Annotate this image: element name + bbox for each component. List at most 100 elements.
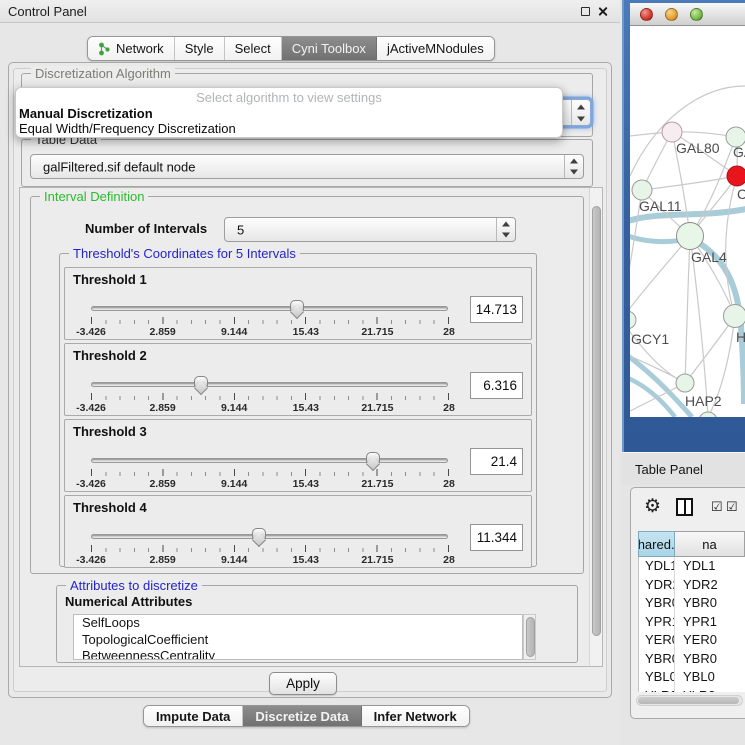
table-body: YDL19... YDL1 YDR27... YDR2 YBR043C YBR0… <box>638 557 745 692</box>
slider-thumb[interactable] <box>194 376 208 387</box>
table-row[interactable]: YDR27... YDR2 <box>639 576 745 595</box>
checkbox-icon[interactable]: ☑ <box>711 499 723 514</box>
slider-track[interactable] <box>91 458 448 463</box>
table-row[interactable]: YER054C YER0 <box>639 631 745 650</box>
slider-track[interactable] <box>91 534 448 539</box>
bottom-tab-bar: Impute Data Discretize Data Infer Networ… <box>143 705 470 727</box>
threshold-2-slider[interactable]: -3.4262.8599.14415.4321.71528 <box>91 376 448 416</box>
slider-track[interactable] <box>91 382 448 387</box>
stepper-icon <box>564 155 583 178</box>
scroll-thumb[interactable] <box>638 697 739 704</box>
slider-scale-labels: -3.4262.8599.14415.4321.71528 <box>91 554 449 567</box>
dropdown-option-equal-width[interactable]: Equal Width/Frequency Discretization <box>16 121 562 136</box>
panel-title: Control Panel <box>8 4 87 19</box>
node-gal80[interactable] <box>662 122 682 142</box>
node-label-gal80: GAL80 <box>676 140 720 156</box>
stepper-icon <box>496 218 515 241</box>
slider-ticks <box>91 393 450 400</box>
slider-thumb[interactable] <box>366 452 380 463</box>
threshold-3-slider[interactable]: -3.4262.8599.14415.4321.71528 <box>91 452 448 492</box>
tab-jactivemnodules[interactable]: jActiveMNodules <box>377 37 494 60</box>
group-title: Discretization Algorithm <box>31 66 175 81</box>
table-horizontal-scrollbar[interactable] <box>636 695 743 706</box>
table-row[interactable]: YBR043C YBR0 <box>639 594 745 613</box>
table-row[interactable]: YBL079W YBL0 <box>639 668 745 687</box>
checkbox-icon[interactable]: ☑ <box>726 499 738 514</box>
thresholds-group: Threshold's Coordinates for 5 Intervals … <box>59 253 537 567</box>
columns-icon[interactable] <box>676 498 693 516</box>
list-item[interactable]: BetweennessCentrality <box>74 648 522 660</box>
table-row[interactable]: YBR045C YBR0 <box>639 650 745 669</box>
slider-scale-labels: -3.4262.8599.14415.4321.71528 <box>91 478 449 491</box>
apply-button[interactable]: Apply <box>269 672 337 695</box>
zoom-traffic-light-icon[interactable] <box>690 8 703 21</box>
threshold-4-value-field[interactable]: 11.344 <box>470 524 523 551</box>
list-item[interactable]: SelfLoops <box>74 615 522 632</box>
float-icon[interactable] <box>581 7 590 16</box>
node-gal4[interactable] <box>677 223 704 250</box>
column-header-shared-name[interactable]: shared... <box>638 531 675 557</box>
table-data-group: Table Data galFiltered.sif default node <box>21 139 593 187</box>
network-view-window: GAL80 GAL11 GAL4 GCY1 HAP2 GA C H <box>622 0 745 452</box>
slider-thumb[interactable] <box>290 300 304 311</box>
node-highlighted-red[interactable] <box>727 166 745 186</box>
table-row[interactable]: YDL19... YDL1 <box>639 557 745 576</box>
scroll-thumb[interactable] <box>592 206 601 636</box>
table-data-combo[interactable]: galFiltered.sif default node <box>30 154 584 179</box>
group-title: Interval Definition <box>40 189 148 204</box>
threshold-1-slider[interactable]: -3.4262.8599.14415.4321.71528 <box>91 300 448 340</box>
minimize-traffic-light-icon[interactable] <box>665 8 678 21</box>
threshold-2-panel: Threshold 2 -3.4262.8599.14415.4321.7152… <box>64 343 532 416</box>
tab-style[interactable]: Style <box>175 37 225 60</box>
control-panel: Control Panel Network Style Select Cyni … <box>0 0 620 745</box>
node-bottom-partial[interactable] <box>699 412 717 417</box>
table-row[interactable]: YLR345W YLR3 <box>639 687 745 693</box>
attributes-list-scrollbar[interactable] <box>523 614 536 660</box>
numerical-attributes-label: Numerical Attributes <box>65 594 192 609</box>
dropdown-option-manual[interactable]: Manual Discretization <box>16 106 562 121</box>
node-hap2[interactable] <box>676 374 694 392</box>
threshold-3-value-field[interactable]: 21.4 <box>470 448 523 475</box>
network-canvas[interactable]: GAL80 GAL11 GAL4 GCY1 HAP2 GA C H <box>630 26 745 417</box>
slider-ticks <box>91 317 450 324</box>
threshold-1-value-field[interactable]: 14.713 <box>470 296 523 323</box>
close-traffic-light-icon[interactable] <box>640 8 653 21</box>
table-row[interactable]: YPR145W YPR1 <box>639 613 745 632</box>
top-tab-bar: Network Style Select Cyni Toolbox jActiv… <box>87 36 495 61</box>
node-label-partial-right: C <box>737 186 745 202</box>
close-icon[interactable] <box>597 6 608 17</box>
node-gal11[interactable] <box>632 180 652 200</box>
node-gcy1[interactable] <box>630 311 636 329</box>
settings-scroll-pane: Interval Definition Number of Intervals … <box>19 187 603 667</box>
node-h[interactable] <box>724 305 745 328</box>
column-header-name[interactable]: na <box>675 531 745 557</box>
settings-vertical-scrollbar[interactable] <box>589 188 602 666</box>
table-panel-window: ⚙ ☑ ☑ shared... na YDL19... YDL1 YDR27..… <box>630 487 745 719</box>
threshold-4-slider[interactable]: -3.4262.8599.14415.4321.71528 <box>91 528 448 568</box>
table-header-row: shared... na <box>638 531 745 557</box>
tab-cyni-toolbox[interactable]: Cyni Toolbox <box>282 37 377 60</box>
tab-select[interactable]: Select <box>225 37 282 60</box>
gear-icon[interactable]: ⚙ <box>644 496 661 518</box>
table-toolbar: ⚙ ☑ ☑ <box>631 488 745 528</box>
table-panel-title: Table Panel <box>635 462 703 477</box>
scroll-thumb[interactable] <box>526 617 535 657</box>
slider-ticks <box>91 545 450 552</box>
node-label-partial-mid: H <box>736 329 745 345</box>
network-window-titlebar <box>630 3 745 26</box>
table-panel-titlebar: Table Panel <box>622 452 745 485</box>
tab-network[interactable]: Network <box>88 37 175 60</box>
algorithm-dropdown-popup: Select algorithm to view settings Manual… <box>15 87 563 138</box>
tab-infer-network[interactable]: Infer Network <box>362 706 469 726</box>
slider-thumb[interactable] <box>252 528 266 539</box>
list-item[interactable]: TopologicalCoefficient <box>74 632 522 649</box>
threshold-2-value-field[interactable]: 6.316 <box>470 372 523 399</box>
tab-discretize-data[interactable]: Discretize Data <box>243 706 361 726</box>
interval-definition-group: Interval Definition Number of Intervals … <box>30 196 584 574</box>
attributes-group: Attributes to discretize Numerical Attri… <box>56 585 578 663</box>
tab-impute-data[interactable]: Impute Data <box>144 706 243 726</box>
num-intervals-combo[interactable]: 5 <box>224 217 516 242</box>
node-label-hap2: HAP2 <box>685 393 722 409</box>
slider-track[interactable] <box>91 306 448 311</box>
combo-value: 5 <box>237 222 244 237</box>
